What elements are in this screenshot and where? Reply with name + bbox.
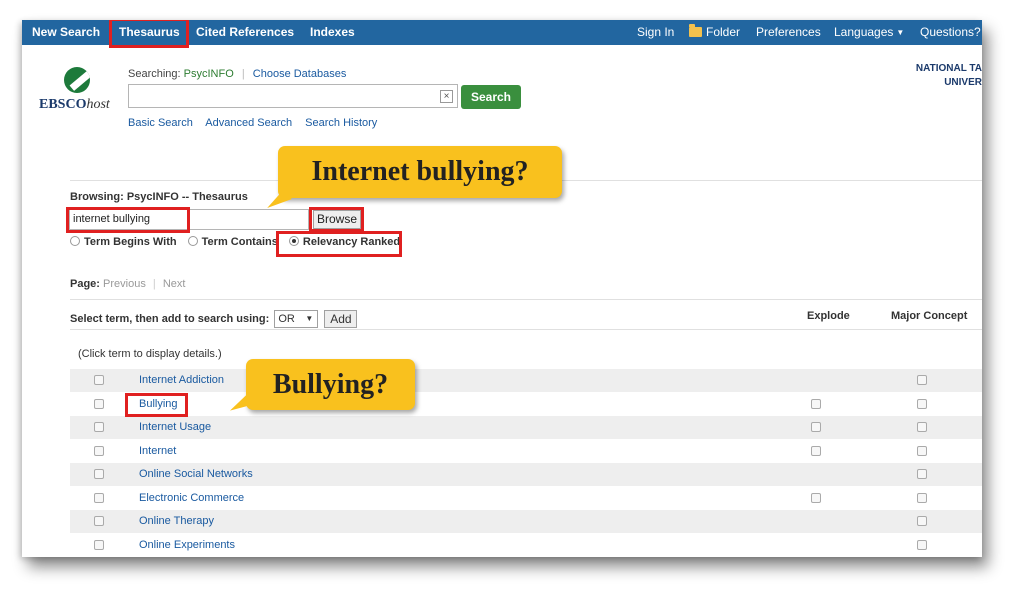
chevron-down-icon: ▼ [305,314,314,323]
major-concept-checkbox[interactable] [917,422,927,432]
term-row: Internet Usage [70,416,982,439]
highlight-browse-input [66,207,190,233]
term-select-checkbox[interactable] [94,445,104,456]
add-button[interactable]: Add [324,310,358,328]
basic-search-link[interactable]: Basic Search [128,117,193,129]
option-term-begins-with[interactable]: Term Begins With [70,236,177,248]
search-button[interactable]: Search [461,85,521,109]
highlight-bullying-term [125,393,188,417]
major-concept-checkbox[interactable] [917,539,927,550]
major-concept-checkbox[interactable] [917,469,927,479]
browsing-label: Browsing: PsycINFO -- Thesaurus [70,191,248,203]
explode-column-header: Explode [807,310,850,322]
pagination: Page: Previous | Next [70,278,186,290]
term-select-checkbox[interactable] [94,422,104,432]
highlight-thesaurus [109,20,189,48]
add-to-search-bar: Select term, then add to search using: O… [70,310,358,328]
screenshot-frame: New Search Thesaurus Cited References In… [22,20,982,557]
explode-checkbox[interactable] [811,422,821,432]
term-select-checkbox[interactable] [94,469,104,479]
folder-icon [689,24,702,37]
search-sublinks: Basic Search Advanced Search Search Hist… [128,117,387,129]
radio-icon [187,236,198,246]
highlight-browse-button [309,207,364,232]
term-row: Online Social Networks [70,463,982,486]
term-row: Online Experiments [70,534,982,557]
languages-label: Languages [834,25,894,39]
major-concept-checkbox[interactable] [917,516,927,526]
database-name: PsycINFO [183,68,234,80]
nav-indexes[interactable]: Indexes [310,20,355,45]
term-row: Electronic Commerce [70,487,982,510]
chevron-down-icon: ▼ [896,28,905,37]
divider [70,329,982,330]
term-link[interactable]: Online Experiments [139,539,235,551]
searching-line: Searching: PsycINFO | Choose Databases [128,68,347,80]
term-link[interactable]: Internet Addiction [139,374,224,386]
option-term-contains[interactable]: Term Contains [187,236,278,248]
nav-new-search[interactable]: New Search [32,20,100,45]
ebsco-logo-icon [64,67,90,93]
choose-databases-link[interactable]: Choose Databases [253,68,347,80]
clear-icon[interactable]: × [440,90,453,103]
term-select-checkbox[interactable] [94,516,104,526]
term-row: Internet Addiction [70,369,982,392]
questions-link[interactable]: Questions? [920,20,981,45]
nav-cited-references[interactable]: Cited References [196,20,294,45]
explode-checkbox[interactable] [811,398,821,409]
search-history-link[interactable]: Search History [305,117,377,129]
preferences-link[interactable]: Preferences [756,20,821,45]
click-hint: (Click term to display details.) [78,348,222,360]
explode-checkbox[interactable] [811,445,821,456]
languages-menu[interactable]: Languages ▼ [834,20,904,45]
folder-label: Folder [706,25,741,39]
previous-page-link[interactable]: Previous [103,278,146,290]
term-select-checkbox[interactable] [94,539,104,550]
sign-in-link[interactable]: Sign In [637,20,674,45]
term-row: Bullying [70,393,982,416]
callout-internet-bullying: Internet bullying? [278,146,562,198]
radio-icon [70,236,80,246]
advanced-search-link[interactable]: Advanced Search [205,117,292,129]
major-concept-checkbox[interactable] [917,398,927,409]
highlight-relevancy-ranked [276,231,402,257]
callout-bullying: Bullying? [246,359,415,410]
term-link[interactable]: Electronic Commerce [139,492,244,504]
main-search-input[interactable]: × [128,84,458,108]
divider [70,299,982,300]
term-link[interactable]: Internet Usage [139,421,211,433]
folder-link[interactable]: Folder [689,20,740,45]
institution-name: NATIONAL TA UNIVER [915,63,982,88]
next-page-link[interactable]: Next [163,278,186,290]
term-row: Internet [70,440,982,463]
major-concept-column-header: Major Concept [891,310,968,322]
term-link[interactable]: Online Social Networks [139,468,253,480]
term-row: Online Therapy [70,510,982,533]
major-concept-checkbox[interactable] [917,492,927,503]
term-link[interactable]: Online Therapy [139,515,214,527]
explode-checkbox[interactable] [811,492,821,503]
term-select-checkbox[interactable] [94,375,104,385]
term-select-checkbox[interactable] [94,492,104,503]
major-concept-checkbox[interactable] [917,375,927,385]
term-select-checkbox[interactable] [94,398,104,409]
major-concept-checkbox[interactable] [917,445,927,456]
term-link[interactable]: Internet [139,445,176,457]
operator-select[interactable]: OR ▼ [274,310,319,328]
ebsco-logo-text: EBSCOhost [39,97,110,112]
